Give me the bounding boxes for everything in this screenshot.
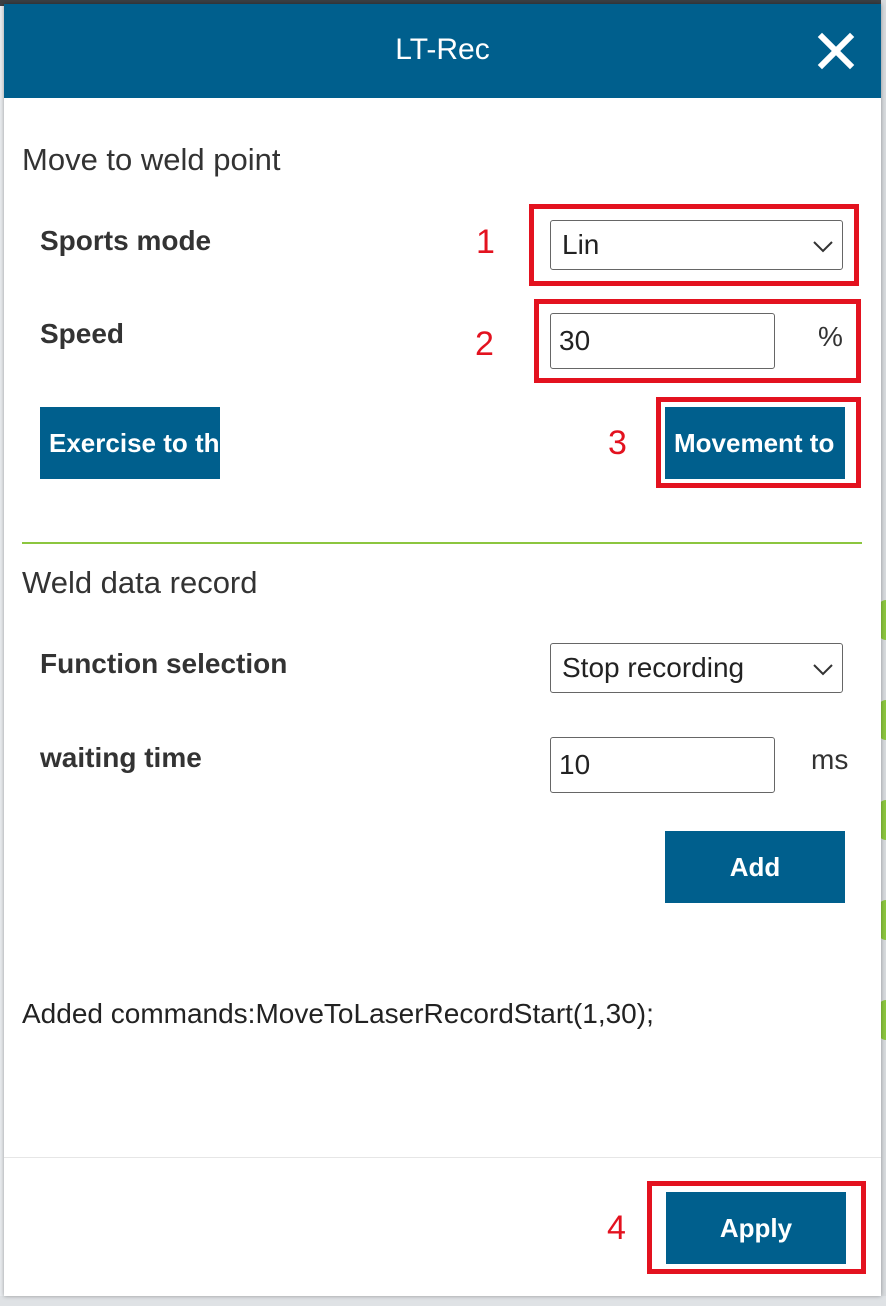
function-selection-label: Function selection bbox=[40, 648, 288, 679]
function-selection-value: Stop recording bbox=[562, 652, 745, 683]
waiting-time-label: waiting time bbox=[40, 742, 202, 773]
speed-label: Speed bbox=[40, 318, 125, 349]
annotation-number-2: 2 bbox=[475, 325, 494, 363]
section-title-move: Move to weld point bbox=[22, 142, 281, 177]
close-icon[interactable] bbox=[816, 31, 856, 71]
dialog-title: LT-Rec bbox=[395, 33, 490, 66]
annotation-box-2 bbox=[534, 299, 861, 383]
added-commands-text: Added commands:MoveToLaserRecordStart(1,… bbox=[22, 998, 654, 1029]
annotation-box-3 bbox=[656, 397, 861, 488]
annotation-box-4 bbox=[647, 1181, 866, 1274]
annotation-number-3: 3 bbox=[608, 424, 627, 462]
footer-divider bbox=[4, 1157, 881, 1158]
lt-rec-dialog: LT-Rec Move to weld point Sports mode Li… bbox=[4, 4, 881, 1296]
chevron-down-icon bbox=[813, 664, 833, 676]
annotation-number-1: 1 bbox=[476, 223, 495, 261]
sports-mode-label: Sports mode bbox=[40, 225, 212, 256]
function-selection-select[interactable]: Stop recording bbox=[550, 643, 843, 693]
section-divider bbox=[22, 542, 862, 544]
dialog-titlebar: LT-Rec bbox=[4, 4, 881, 98]
waiting-time-unit: ms bbox=[811, 744, 849, 775]
exercise-to-button[interactable]: Exercise to th bbox=[40, 407, 220, 479]
background-app-table bbox=[0, 1296, 886, 1306]
annotation-box-1 bbox=[529, 204, 859, 286]
waiting-time-input[interactable]: 10 bbox=[550, 737, 775, 793]
add-button[interactable]: Add bbox=[665, 831, 845, 903]
background-app-edge bbox=[881, 0, 886, 1306]
annotation-number-4: 4 bbox=[607, 1209, 626, 1247]
section-title-record: Weld data record bbox=[22, 565, 258, 600]
